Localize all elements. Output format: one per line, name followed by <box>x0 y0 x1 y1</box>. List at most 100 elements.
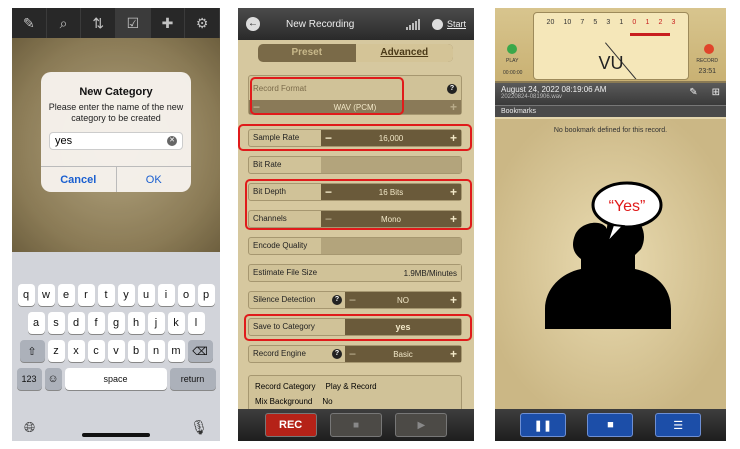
key-r[interactable]: r <box>77 284 95 306</box>
key-g[interactable]: g <box>107 312 125 334</box>
key-c[interactable]: c <box>87 340 105 362</box>
file-size-value: 1.9MB/Minutes <box>359 265 461 281</box>
stop-button[interactable]: ■ <box>329 413 382 437</box>
record-filename: 20220824-081906.wav <box>501 94 563 100</box>
key-q[interactable]: q <box>17 284 35 306</box>
encode-quality-label: Encode Quality <box>253 241 308 250</box>
vu-tick-label: 10 <box>563 19 572 26</box>
play-label: PLAY <box>506 58 519 64</box>
key-l[interactable]: l <box>187 312 205 334</box>
clear-icon[interactable]: ✕ <box>167 136 177 146</box>
vu-meter: 20 10 7 5 3 1 0 1 2 3 VU <box>533 12 689 80</box>
highlight-bit-depth-channels <box>245 179 472 230</box>
minus-icon[interactable]: − <box>349 347 356 361</box>
microphone-icon[interactable]: 🎙︎ <box>190 419 208 436</box>
key-u[interactable]: u <box>137 284 155 306</box>
dialog-title: New Category <box>79 86 153 98</box>
play-led <box>507 44 517 54</box>
file-size-row: Estimate File Size 1.9MB/Minutes <box>248 264 462 282</box>
record-category-value: Play & Record <box>325 382 377 391</box>
back-icon[interactable]: ← <box>246 17 260 31</box>
key-t[interactable]: t <box>97 284 115 306</box>
help-icon[interactable]: ? <box>332 349 342 359</box>
pause-button[interactable]: ❚❚ <box>519 413 566 437</box>
new-category-dialog: New Category Please enter the name of th… <box>41 72 191 192</box>
key-y[interactable]: y <box>117 284 135 306</box>
key-o[interactable]: o <box>177 284 195 306</box>
plus-icon[interactable]: + <box>450 100 457 114</box>
key-j[interactable]: j <box>147 312 165 334</box>
emoji-icon[interactable]: ☺ <box>44 368 62 390</box>
highlight-sample-rate <box>238 124 472 151</box>
no-bookmark-text: No bookmark defined for this record. <box>553 127 668 134</box>
bookmarks-header: Bookmarks <box>495 105 726 117</box>
vu-tick-label: 2 <box>658 19 663 26</box>
encode-quality-control <box>321 238 461 254</box>
key-i[interactable]: i <box>157 284 175 306</box>
key-h[interactable]: h <box>127 312 145 334</box>
cancel-button[interactable]: Cancel <box>41 167 117 192</box>
key-n[interactable]: n <box>147 340 165 362</box>
mix-background-value: No <box>322 397 333 406</box>
key-a[interactable]: a <box>27 312 45 334</box>
record-info-bar: August 24, 2022 08:19:06 AM 20220824-081… <box>495 83 726 105</box>
key-b[interactable]: b <box>127 340 145 362</box>
notes-button[interactable]: ☰ <box>655 413 702 437</box>
help-icon[interactable]: ? <box>447 84 457 94</box>
key-e[interactable]: e <box>57 284 75 306</box>
highlight-save-category <box>244 314 472 341</box>
key-z[interactable]: z <box>47 340 65 362</box>
category-name-value: yes <box>55 135 73 147</box>
help-icon[interactable]: ? <box>332 295 342 305</box>
tab-preset[interactable]: Preset <box>258 44 356 62</box>
bit-rate-control <box>321 157 461 173</box>
record-category-label: Record Category <box>255 382 316 391</box>
settings-tabs: Preset Advanced <box>258 44 453 62</box>
stop-button[interactable]: ■ <box>587 413 634 437</box>
silence-value: NO <box>397 295 409 305</box>
vu-scale: 20 10 7 5 3 1 0 1 2 3 <box>534 19 688 26</box>
key-s[interactable]: s <box>47 312 65 334</box>
ok-button[interactable]: OK <box>117 167 192 192</box>
key-x[interactable]: x <box>67 340 85 362</box>
key-v[interactable]: v <box>107 340 125 362</box>
time-right: 23:51 <box>698 68 716 75</box>
rec-button[interactable]: REC <box>264 413 317 437</box>
plus-icon[interactable]: + <box>450 293 457 307</box>
speaking-person-icon: “Yes” <box>545 181 671 329</box>
bit-rate-label: Bit Rate <box>253 160 282 169</box>
record-label: RECORD <box>696 58 718 64</box>
return-key[interactable]: return <box>169 368 216 390</box>
key-p[interactable]: p <box>197 284 215 306</box>
key-f[interactable]: f <box>87 312 105 334</box>
signal-icon <box>405 18 420 30</box>
shift-key[interactable]: ⇧ <box>19 340 45 362</box>
key-m[interactable]: m <box>167 340 185 362</box>
vu-tick-label: 20 <box>546 19 555 26</box>
vu-tick-label: 7 <box>580 19 585 26</box>
highlight-record-format <box>250 77 404 115</box>
backspace-key[interactable]: ⌫ <box>187 340 213 362</box>
home-indicator <box>82 433 150 437</box>
vu-tick-label: 3 <box>671 19 676 26</box>
key-d[interactable]: d <box>67 312 85 334</box>
numbers-key[interactable]: 123 <box>16 368 42 390</box>
pencil-icon[interactable]: ✎ <box>689 87 697 98</box>
record-datetime: August 24, 2022 08:19:06 AM <box>501 85 607 94</box>
globe-icon[interactable]: 🌐︎ <box>24 419 35 436</box>
minus-icon[interactable]: − <box>349 293 356 307</box>
add-bookmark-icon[interactable]: ⊞ <box>712 87 720 98</box>
keyboard: qwertyuiop asdfghjkl ⇧ zxcvbnm ⌫ 123 ☺ s… <box>12 252 220 441</box>
space-key[interactable]: space <box>64 368 167 390</box>
key-w[interactable]: w <box>37 284 55 306</box>
key-k[interactable]: k <box>167 312 185 334</box>
play-button[interactable]: ▶ <box>395 413 448 437</box>
category-name-input[interactable]: yes ✕ <box>49 132 183 150</box>
playback-bar: ❚❚ ■ ☰ <box>495 409 726 441</box>
start-icon[interactable] <box>431 18 443 30</box>
start-link[interactable]: Start <box>447 19 466 29</box>
tab-advanced[interactable]: Advanced <box>355 44 453 62</box>
plus-icon[interactable]: + <box>450 347 457 361</box>
silence-label: Silence Detection <box>253 295 316 304</box>
silence-detection-row: Silence Detection? − NO + <box>248 291 462 309</box>
